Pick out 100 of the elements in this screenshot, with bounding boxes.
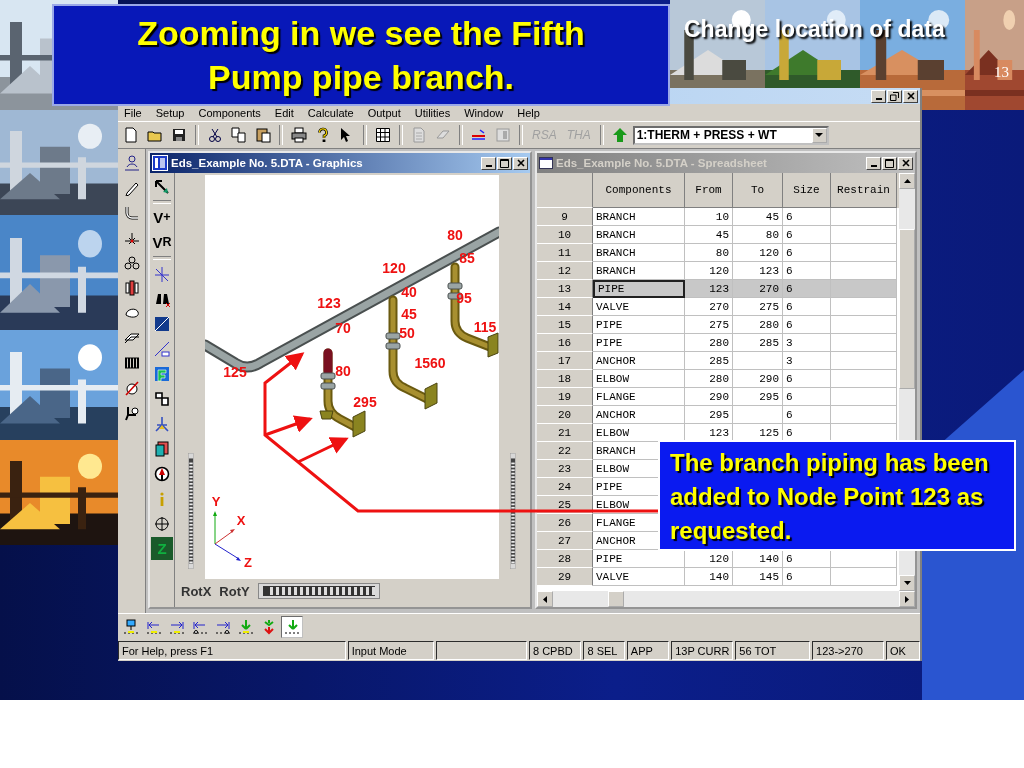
table-cell: 6 — [783, 280, 831, 298]
row-number[interactable]: 16 — [537, 334, 593, 352]
scroll-right-button[interactable] — [899, 591, 915, 607]
figure-icon — [123, 154, 140, 171]
rotation-label: RotY — [219, 583, 250, 599]
row-number[interactable]: 14 — [537, 298, 593, 316]
table-cell: PIPE — [593, 316, 685, 334]
table-cell: 10 — [685, 208, 733, 226]
row-number[interactable]: 12 — [537, 262, 593, 280]
table-cell: PIPE — [593, 334, 685, 352]
minimize-button[interactable] — [481, 156, 496, 170]
table-cell: 295 — [685, 406, 733, 424]
table-cell — [733, 352, 783, 370]
table-cell: 140 — [685, 568, 733, 586]
table-cell: 6 — [783, 244, 831, 262]
menu-item[interactable]: Window — [464, 106, 504, 119]
table-cell — [831, 244, 897, 262]
z-axis — [214, 543, 241, 561]
coil-icon — [123, 354, 140, 371]
node-icon — [154, 340, 170, 357]
row-number[interactable]: 29 — [537, 568, 593, 586]
maximize-icon — [500, 158, 509, 168]
split-icon — [154, 390, 170, 407]
node-label: 45 — [401, 306, 417, 322]
row-number[interactable]: 21 — [537, 424, 593, 442]
rotation-wheel[interactable] — [257, 583, 380, 599]
grid-icon — [375, 127, 391, 143]
callout-box: The branch piping has been added to Node Point 123 as requested. — [658, 440, 1016, 551]
pointer-icon — [154, 178, 170, 195]
toolbar-button[interactable] — [288, 124, 310, 146]
column-header[interactable]: From — [685, 173, 733, 208]
table-cell: BRANCH — [593, 208, 685, 226]
help-icon — [315, 127, 331, 143]
slide-title: Zooming in we see the Fifth Pump pipe branch. — [52, 4, 670, 106]
close-button[interactable] — [513, 156, 528, 170]
print-icon — [291, 127, 307, 143]
scroll-up-button[interactable] — [899, 173, 915, 189]
menu-item[interactable]: File — [124, 106, 142, 119]
row-number[interactable]: 26 — [537, 514, 593, 532]
menu-item[interactable]: Setup — [155, 106, 185, 119]
row-number[interactable]: 22 — [537, 442, 593, 460]
row-number[interactable]: 13 — [537, 280, 593, 298]
column-header[interactable]: Restrain — [831, 173, 897, 208]
row-number[interactable]: 27 — [537, 532, 593, 550]
scroll-up-icon — [903, 179, 911, 183]
row-number[interactable]: 11 — [537, 244, 593, 262]
node-arrow-icon — [123, 619, 139, 635]
node-arrow-icon — [284, 619, 300, 635]
menu-item[interactable]: Output — [367, 106, 401, 119]
menu-item[interactable]: Calculate — [307, 106, 354, 119]
row-number[interactable]: 20 — [537, 406, 593, 424]
bend-icon — [123, 204, 140, 221]
row-number[interactable]: 24 — [537, 478, 593, 496]
column-header[interactable]: Components — [593, 173, 685, 208]
table-cell: 280 — [685, 370, 733, 388]
table-cell: 145 — [733, 568, 783, 586]
row-number[interactable]: 10 — [537, 226, 593, 244]
scroll-down-button[interactable] — [899, 575, 915, 591]
row-number[interactable]: 18 — [537, 370, 593, 388]
menu-item[interactable]: Help — [517, 106, 540, 119]
column-header[interactable]: Size — [783, 173, 831, 208]
scrollbar-thumb[interactable] — [608, 591, 624, 607]
node-label: 115 — [473, 319, 497, 335]
panel-icon — [495, 127, 511, 143]
row-number[interactable]: 23 — [537, 460, 593, 478]
load-case-dropdown[interactable]: 1:THERM + PRESS + WT — [632, 125, 829, 145]
save-icon — [171, 127, 187, 143]
menu-item[interactable]: Components — [198, 106, 261, 119]
up-arrow-icon — [611, 127, 628, 143]
row-number[interactable]: 19 — [537, 388, 593, 406]
table-cell — [831, 568, 897, 586]
close-button[interactable] — [898, 156, 913, 170]
minimize-button[interactable] — [866, 156, 881, 170]
table-cell: 6 — [783, 388, 831, 406]
node-arrow-icon — [215, 619, 231, 635]
app-logo-icon — [152, 155, 168, 171]
menu-item[interactable]: Edit — [274, 106, 294, 119]
window-title: Eds_Example No. 5.DTA - Spreadsheet — [556, 157, 767, 169]
table-cell — [831, 298, 897, 316]
scrollbar-thumb[interactable] — [899, 229, 915, 389]
table-cell — [733, 406, 783, 424]
table-cell — [831, 208, 897, 226]
maximize-button[interactable] — [497, 156, 512, 170]
status-pane: 13P CURR — [671, 641, 734, 660]
node-label: 1560 — [414, 355, 446, 371]
scroll-left-button[interactable] — [537, 591, 553, 607]
maximize-button[interactable] — [882, 156, 897, 170]
row-number[interactable]: 15 — [537, 316, 593, 334]
row-number[interactable]: 28 — [537, 550, 593, 568]
menu-item[interactable]: Utilities — [414, 106, 451, 119]
table-cell — [831, 334, 897, 352]
column-header[interactable]: To — [733, 173, 783, 208]
table-cell: 6 — [783, 208, 831, 226]
node-label: 70 — [335, 320, 351, 336]
table-cell — [831, 226, 897, 244]
status-pane: 56 TOT — [735, 641, 811, 660]
row-number[interactable]: 9 — [537, 208, 593, 226]
compass-icon — [154, 465, 170, 482]
row-number[interactable]: 17 — [537, 352, 593, 370]
rotation-label: RotX — [181, 583, 212, 599]
